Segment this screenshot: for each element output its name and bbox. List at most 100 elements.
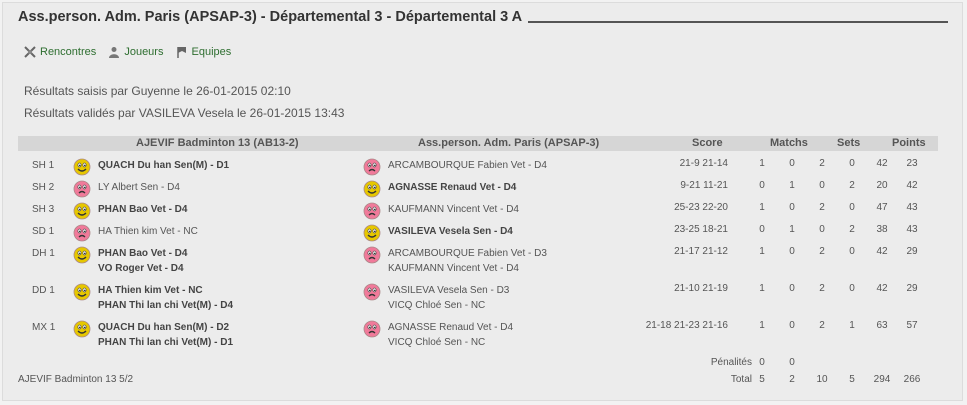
home-player: PHAN Thi lan chi Vet(M) - D4 bbox=[98, 300, 234, 311]
total-m1: 5 bbox=[759, 374, 765, 385]
page-title: Ass.person. Adm. Paris (APSAP-3) - Dépar… bbox=[18, 9, 523, 25]
home-player: HA Thien kim Vet - NC bbox=[98, 285, 203, 296]
away-player: VASILEVA Vesela Sen - D4 bbox=[388, 226, 513, 237]
discipline-code: SH 2 bbox=[32, 182, 55, 193]
loser-face-icon bbox=[73, 224, 91, 242]
penalties-m2: 0 bbox=[789, 357, 795, 368]
away-player: AGNASSE Renaud Vet - D4 bbox=[388, 182, 517, 193]
entered-by-text: Résultats saisis par Guyenne le 26-01-20… bbox=[24, 84, 291, 98]
stat-p2: 57 bbox=[906, 320, 918, 331]
home-player: HA Thien kim Vet - NC bbox=[98, 226, 198, 237]
total-m2: 2 bbox=[789, 374, 795, 385]
header-home-team: AJEVIF Badminton 13 (AB13-2) bbox=[136, 137, 299, 149]
table-header: AJEVIF Badminton 13 (AB13-2) Ass.person.… bbox=[18, 136, 938, 151]
stat-m1: 1 bbox=[759, 158, 765, 169]
stat-s2: 0 bbox=[849, 246, 855, 257]
loser-face-icon bbox=[363, 158, 381, 176]
away-player: KAUFMANN Vincent Vet - D4 bbox=[388, 263, 519, 274]
loser-face-icon bbox=[363, 202, 381, 220]
stat-s2: 1 bbox=[849, 320, 855, 331]
discipline-code: DH 1 bbox=[32, 248, 55, 259]
stat-s1: 2 bbox=[819, 158, 825, 169]
flag-icon bbox=[176, 47, 186, 58]
discipline-code: SH 1 bbox=[32, 160, 55, 171]
winner-face-icon bbox=[363, 180, 381, 198]
winner-face-icon bbox=[73, 202, 91, 220]
loser-face-icon bbox=[363, 283, 381, 301]
stat-p1: 42 bbox=[876, 246, 888, 257]
away-player: VASILEVA Vesela Sen - D3 bbox=[388, 285, 510, 296]
away-player: ARCAMBOURQUE Fabien Vet - D3 bbox=[388, 248, 547, 259]
stat-s1: 2 bbox=[819, 320, 825, 331]
nav-equipes-label: Equipes bbox=[191, 46, 232, 58]
total-s2: 5 bbox=[849, 374, 855, 385]
validated-by-text: Résultats validés par VASILEVA Vesela le… bbox=[24, 106, 345, 120]
stat-m2: 0 bbox=[789, 283, 795, 294]
team-summary: AJEVIF Badminton 13 5/2 bbox=[18, 374, 134, 385]
stat-s1: 0 bbox=[819, 180, 825, 191]
stat-m2: 0 bbox=[789, 320, 795, 331]
home-player: LY Albert Sen - D4 bbox=[98, 182, 180, 193]
stat-p1: 47 bbox=[876, 202, 888, 213]
home-player: QUACH Du han Sen(M) - D2 bbox=[98, 322, 230, 333]
stat-m2: 0 bbox=[789, 158, 795, 169]
stat-m1: 0 bbox=[759, 224, 765, 235]
score-value: 21-17 21-12 bbox=[674, 246, 728, 257]
score-value: 21-9 21-14 bbox=[679, 158, 728, 169]
home-player: QUACH Du han Sen(M) - D1 bbox=[98, 160, 230, 171]
header-sets: Sets bbox=[837, 137, 861, 149]
players-icon bbox=[109, 47, 120, 58]
stat-m2: 1 bbox=[789, 180, 795, 191]
tournament-icon bbox=[24, 46, 36, 58]
home-player: PHAN Bao Vet - D4 bbox=[98, 204, 188, 215]
total-label: Total bbox=[730, 374, 752, 385]
stat-m1: 1 bbox=[759, 320, 765, 331]
winner-face-icon bbox=[73, 320, 91, 338]
stat-m1: 1 bbox=[759, 283, 765, 294]
total-row: Total 5 2 10 5 294 266 bbox=[18, 374, 938, 388]
stat-s2: 0 bbox=[849, 202, 855, 213]
stat-p1: 20 bbox=[876, 180, 888, 191]
stat-p2: 23 bbox=[906, 158, 918, 169]
table-row: SH 2 LY Albert Sen - D4 AGNASSE Renaud Vet… bbox=[18, 180, 938, 204]
score-value: 9-21 11-21 bbox=[680, 180, 728, 191]
winner-face-icon bbox=[73, 246, 91, 264]
penalties-m1: 0 bbox=[759, 357, 765, 368]
total-p1: 294 bbox=[873, 374, 891, 385]
home-player: PHAN Bao Vet - D4 bbox=[98, 248, 188, 259]
stat-s2: 0 bbox=[849, 283, 855, 294]
stat-p2: 43 bbox=[906, 202, 918, 213]
title-underline bbox=[528, 21, 948, 23]
nav-equipes[interactable]: Equipes bbox=[176, 46, 232, 58]
discipline-code: MX 1 bbox=[32, 322, 56, 333]
winner-face-icon bbox=[73, 283, 91, 301]
penalties-label: Pénalités bbox=[710, 357, 752, 368]
header-matchs: Matchs bbox=[770, 137, 808, 149]
nav-rencontres[interactable]: Rencontres bbox=[24, 46, 96, 58]
score-value: 21-10 21-19 bbox=[674, 283, 728, 294]
stat-m2: 0 bbox=[789, 202, 795, 213]
table-row: DH 1 PHAN Bao Vet - D4 VO Roger Vet - D4 AR… bbox=[18, 246, 938, 285]
away-player: AGNASSE Renaud Vet - D4 bbox=[388, 322, 514, 333]
score-value: 21-18 21-23 21-16 bbox=[645, 320, 728, 331]
total-s1: 10 bbox=[816, 374, 828, 385]
stat-m2: 0 bbox=[789, 246, 795, 257]
header-score: Score bbox=[692, 137, 723, 149]
results-table: AJEVIF Badminton 13 (AB13-2) Ass.person.… bbox=[18, 136, 938, 385]
stat-p1: 38 bbox=[876, 224, 888, 235]
table-row: SD 1 HA Thien kim Vet - NC VASILEVA Vesela… bbox=[18, 224, 938, 248]
discipline-code: DD 1 bbox=[32, 285, 55, 296]
nav-rencontres-label: Rencontres bbox=[40, 46, 97, 58]
nav-joueurs[interactable]: Joueurs bbox=[108, 46, 163, 58]
total-p2: 266 bbox=[903, 374, 921, 385]
stat-s1: 2 bbox=[819, 283, 825, 294]
header-away-team: Ass.person. Adm. Paris (APSAP-3) bbox=[418, 137, 600, 149]
stat-p2: 43 bbox=[906, 224, 918, 235]
score-value: 23-25 18-21 bbox=[674, 224, 728, 235]
stat-p2: 29 bbox=[906, 283, 918, 294]
loser-face-icon bbox=[363, 320, 381, 338]
stat-s1: 2 bbox=[819, 246, 825, 257]
home-player: PHAN Thi lan chi Vet(M) - D1 bbox=[98, 337, 234, 348]
table-row: SH 3 PHAN Bao Vet - D4 KAUFMANN Vincent Ve… bbox=[18, 202, 938, 226]
stat-p1: 63 bbox=[876, 320, 888, 331]
